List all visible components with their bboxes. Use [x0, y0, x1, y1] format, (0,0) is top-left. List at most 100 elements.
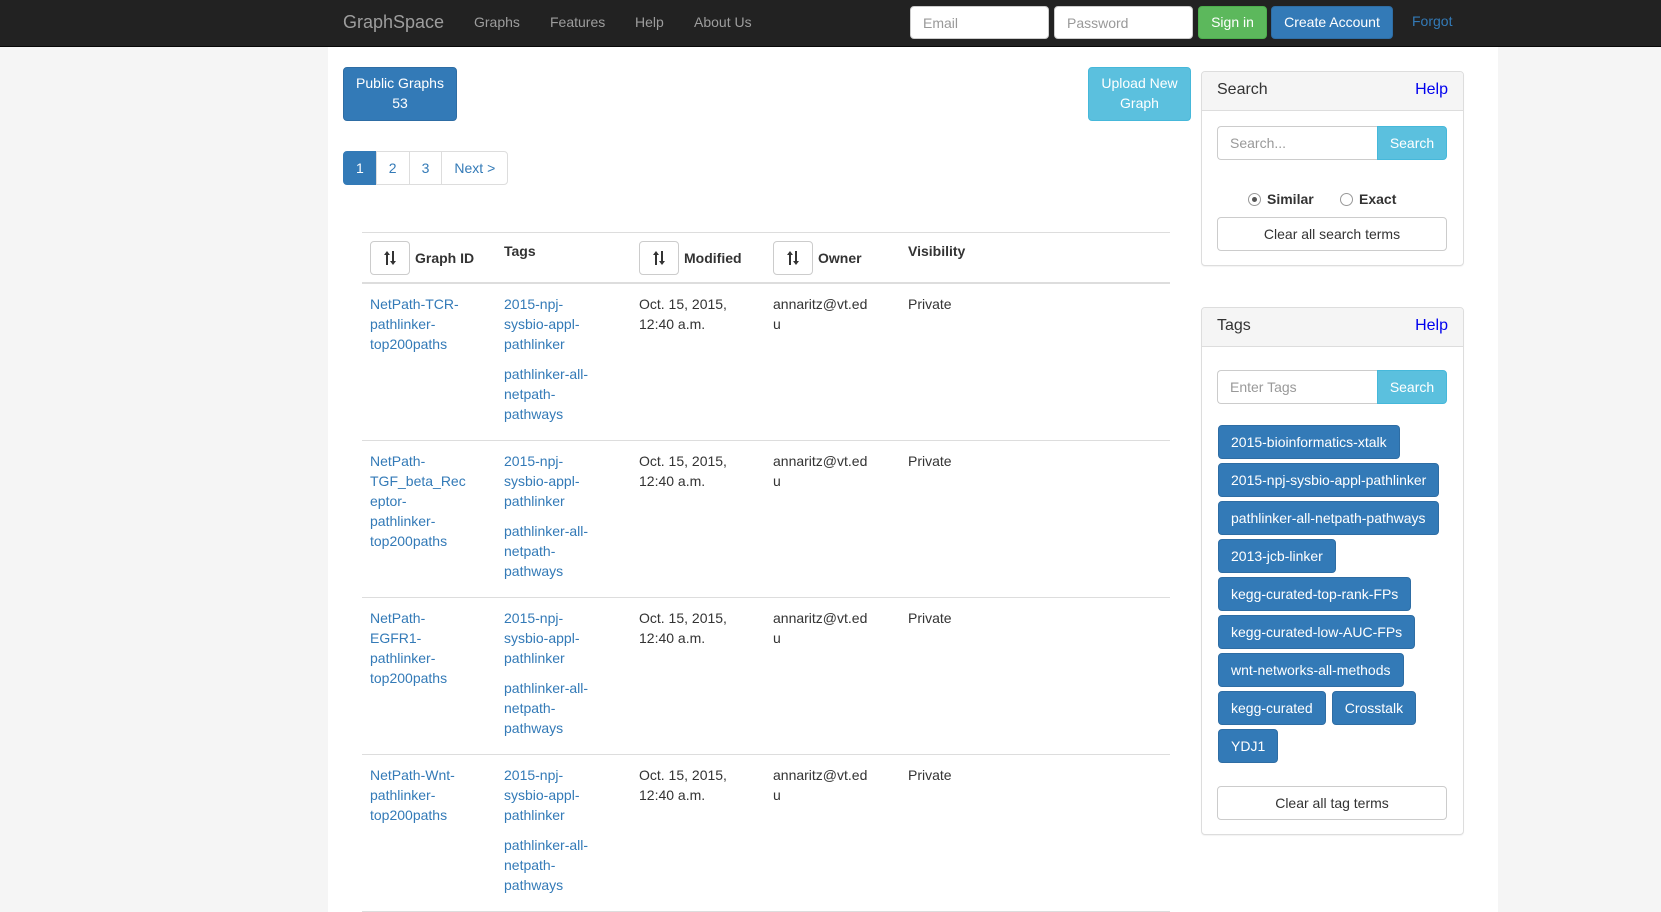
search-panel-heading: Search Help	[1202, 72, 1463, 111]
tags-help-link[interactable]: Help	[1415, 317, 1448, 335]
email-field[interactable]	[910, 6, 1049, 39]
tag-link[interactable]: pathlinker-all-netpath-pathways	[504, 521, 604, 581]
search-button[interactable]: Search	[1377, 126, 1447, 160]
similar-label: Similar	[1267, 191, 1314, 207]
tag-button[interactable]: kegg-curated	[1218, 691, 1326, 725]
graph-id-link[interactable]: NetPath-Wnt-pathlinker-top200paths	[370, 765, 470, 825]
public-graphs-button[interactable]: Public Graphs 53	[343, 67, 457, 121]
search-input[interactable]	[1217, 126, 1377, 160]
page-1-link[interactable]: 1	[343, 151, 377, 185]
pagination: 1 2 3 Next >	[343, 151, 509, 185]
exact-radio[interactable]	[1340, 192, 1353, 206]
create-account-button[interactable]: Create Account	[1271, 6, 1393, 39]
tag-button[interactable]: 2013-jcb-linker	[1218, 539, 1336, 573]
graph-id-link[interactable]: NetPath-TGF_beta_Receptor-pathlinker-top…	[370, 451, 470, 551]
tags-cell: 2015-npj-sysbio-appl-pathlinker pathlink…	[504, 608, 604, 748]
tag-link[interactable]: 2015-npj-sysbio-appl-pathlinker	[504, 765, 604, 825]
sort-modified-button[interactable]	[639, 241, 679, 275]
graph-id-link[interactable]: NetPath-EGFR1-pathlinker-top200paths	[370, 608, 470, 688]
modified-cell: Oct. 15, 2015, 12:40 a.m.	[639, 767, 727, 803]
next-page-link[interactable]: Next >	[441, 151, 509, 185]
similar-option[interactable]: Similar	[1248, 191, 1314, 207]
tags-header: Tags	[504, 243, 536, 259]
owner-header-label: Owner	[818, 250, 862, 266]
tag-button[interactable]: kegg-curated-low-AUC-FPs	[1218, 615, 1416, 649]
tag-link[interactable]: pathlinker-all-netpath-pathways	[504, 678, 604, 738]
graph-id-header: Graph ID	[370, 241, 474, 275]
forgot-password-link[interactable]: Forgot	[1412, 13, 1452, 29]
modified-cell: Oct. 15, 2015, 12:40 a.m.	[639, 610, 727, 646]
owner-cell: annaritz@vt.edu	[773, 296, 868, 332]
tags-input-group: Search	[1217, 370, 1447, 404]
password-field[interactable]	[1054, 6, 1193, 39]
tag-button[interactable]: pathlinker-all-netpath-pathways	[1218, 501, 1439, 535]
tag-link[interactable]: 2015-npj-sysbio-appl-pathlinker	[504, 294, 604, 354]
sort-arrows-icon	[384, 251, 396, 265]
tag-link[interactable]: pathlinker-all-netpath-pathways	[504, 835, 604, 895]
nav-link-help[interactable]: Help	[635, 14, 664, 30]
nav-link-features[interactable]: Features	[550, 14, 605, 30]
public-graphs-count: 53	[392, 95, 408, 111]
upload-label-line2: Graph	[1120, 95, 1159, 111]
table-row: NetPath-TGF_beta_Receptor-pathlinker-top…	[362, 441, 1170, 598]
clear-search-terms-button[interactable]: Clear all search terms	[1217, 217, 1447, 251]
modified-header: Modified	[639, 241, 742, 275]
search-panel-title: Search	[1217, 81, 1268, 98]
tag-button[interactable]: Crosstalk	[1331, 691, 1417, 725]
graph-id-header-label: Graph ID	[415, 250, 475, 266]
graph-table: Graph ID Tags Modified Owner Visibility …	[362, 232, 1170, 912]
exact-label: Exact	[1359, 191, 1397, 207]
sort-arrows-icon	[653, 251, 665, 265]
tag-button[interactable]: YDJ1	[1218, 729, 1279, 763]
tags-panel: Tags Help Search 2015-bioinformatics-xta…	[1201, 307, 1464, 835]
tags-search-button[interactable]: Search	[1377, 370, 1447, 404]
brand-logo[interactable]: GraphSpace	[343, 12, 444, 33]
page-2-link[interactable]: 2	[375, 151, 410, 185]
top-navbar: GraphSpace Graphs Features Help About Us…	[0, 0, 1661, 47]
search-input-group: Search	[1217, 126, 1447, 160]
upload-graph-button[interactable]: Upload New Graph	[1088, 67, 1191, 121]
sort-owner-button[interactable]	[773, 241, 813, 275]
tag-link[interactable]: pathlinker-all-netpath-pathways	[504, 364, 604, 424]
table-row: NetPath-TCR-pathlinker-top200paths 2015-…	[362, 284, 1170, 441]
tags-panel-heading: Tags Help	[1202, 308, 1463, 347]
owner-header: Owner	[773, 241, 862, 275]
tags-input[interactable]	[1217, 370, 1377, 404]
sort-graph-id-button[interactable]	[370, 241, 410, 275]
visibility-cell: Private	[908, 296, 952, 312]
search-help-link[interactable]: Help	[1415, 81, 1448, 99]
table-row: NetPath-Wnt-pathlinker-top200paths 2015-…	[362, 755, 1170, 912]
visibility-cell: Private	[908, 767, 952, 783]
tag-button[interactable]: wnt-networks-all-methods	[1218, 653, 1404, 687]
exact-option[interactable]: Exact	[1340, 191, 1396, 207]
modified-header-label: Modified	[684, 250, 742, 266]
tag-button[interactable]: 2015-npj-sysbio-appl-pathlinker	[1218, 463, 1440, 497]
graph-id-link[interactable]: NetPath-TCR-pathlinker-top200paths	[370, 294, 470, 354]
modified-cell: Oct. 15, 2015, 12:40 a.m.	[639, 296, 727, 332]
sort-arrows-icon	[787, 251, 799, 265]
page-3-link[interactable]: 3	[408, 151, 443, 185]
similar-radio[interactable]	[1248, 192, 1261, 206]
tag-button[interactable]: kegg-curated-top-rank-FPs	[1218, 577, 1412, 611]
sign-in-button[interactable]: Sign in	[1198, 6, 1267, 39]
public-graphs-label: Public Graphs	[356, 75, 444, 92]
tags-cell: 2015-npj-sysbio-appl-pathlinker pathlink…	[504, 451, 604, 591]
visibility-header: Visibility	[908, 243, 966, 259]
tags-panel-title: Tags	[1217, 317, 1251, 334]
clear-tag-terms-button[interactable]: Clear all tag terms	[1217, 786, 1447, 820]
table-header: Graph ID Tags Modified Owner Visibility	[362, 232, 1170, 284]
visibility-cell: Private	[908, 610, 952, 626]
nav-link-graphs[interactable]: Graphs	[474, 14, 520, 30]
owner-cell: annaritz@vt.edu	[773, 767, 868, 803]
tags-cell: 2015-npj-sysbio-appl-pathlinker pathlink…	[504, 294, 604, 434]
nav-link-about-us[interactable]: About Us	[694, 14, 752, 30]
tag-cloud: 2015-bioinformatics-xtalk 2015-npj-sysbi…	[1218, 425, 1446, 767]
tag-button[interactable]: 2015-bioinformatics-xtalk	[1218, 425, 1400, 459]
visibility-cell: Private	[908, 453, 952, 469]
tags-cell: 2015-npj-sysbio-appl-pathlinker pathlink…	[504, 765, 604, 905]
tag-link[interactable]: 2015-npj-sysbio-appl-pathlinker	[504, 451, 604, 511]
owner-cell: annaritz@vt.edu	[773, 453, 868, 489]
tag-link[interactable]: 2015-npj-sysbio-appl-pathlinker	[504, 608, 604, 668]
owner-cell: annaritz@vt.edu	[773, 610, 868, 646]
upload-label-line1: Upload New	[1101, 75, 1178, 92]
